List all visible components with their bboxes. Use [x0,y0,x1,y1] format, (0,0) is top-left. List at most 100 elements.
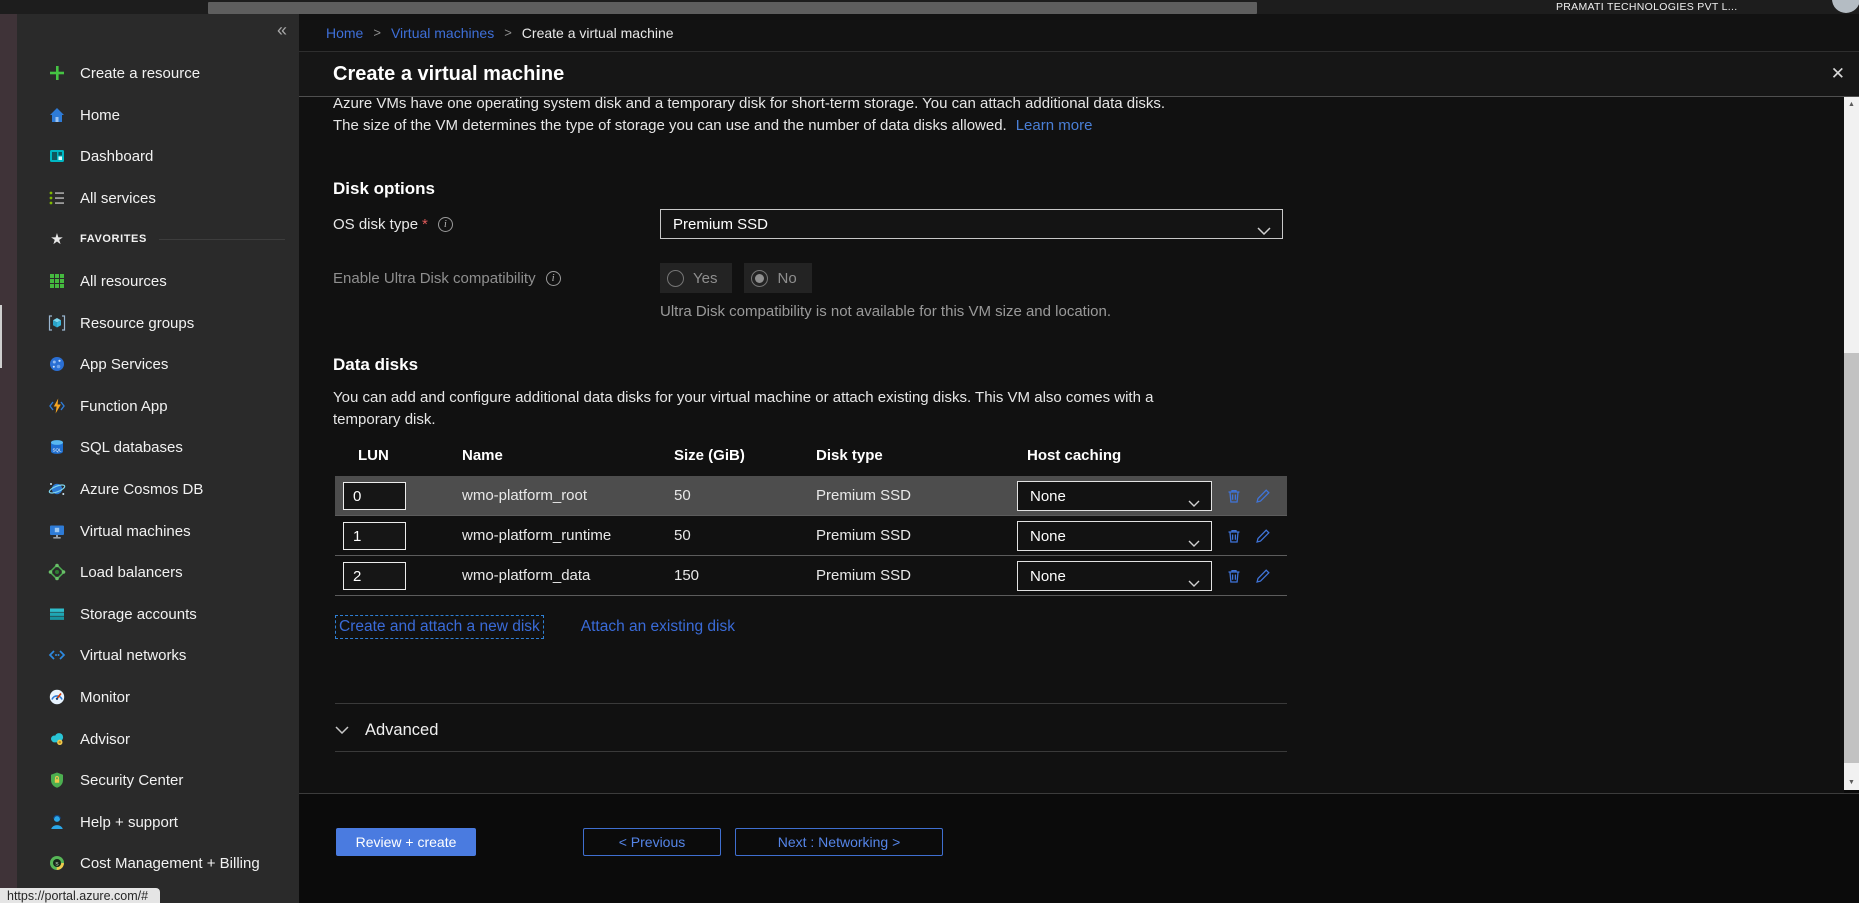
disk-type: Premium SSD [816,567,911,584]
dashboard-icon [47,147,67,165]
scrollbar-thumb[interactable] [1844,353,1859,763]
disk-action-links: Create and attach a new disk Attach an e… [335,615,735,639]
table-row: wmo-platform_runtime 50 Premium SSD None [335,516,1287,556]
sidebar-item-help-support[interactable]: Help + support [17,801,299,843]
breadcrumb-virtual-machines-link[interactable]: Virtual machines [391,25,494,41]
sidebar-item-load-balancers[interactable]: Load balancers [17,551,299,593]
previous-button[interactable]: < Previous [583,828,721,856]
help-support-icon [47,813,67,831]
sidebar-item-security-center[interactable]: Security Center [17,759,299,801]
os-disk-type-dropdown[interactable]: Premium SSD [660,209,1283,239]
sidebar-item-monitor[interactable]: Monitor [17,676,299,718]
sidebar-item-all-resources[interactable]: All resources [17,260,299,302]
sidebar-item-virtual-machines[interactable]: Virtual machines [17,510,299,552]
disk-size: 50 [674,527,691,544]
intro-line-1: Azure VMs have one operating system disk… [333,97,1165,115]
create-and-attach-new-disk-link[interactable]: Create and attach a new disk [335,615,544,639]
data-disks-table-header: LUN Name Size (GiB) Disk type Host cachi… [335,447,1287,471]
vertical-scrollbar[interactable]: ▲ ▼ [1844,97,1859,790]
disk-size: 50 [674,487,691,504]
chevron-down-icon [335,726,349,734]
edit-disk-icon[interactable] [1254,487,1274,505]
ultra-disk-yes-radio[interactable]: Yes [660,263,732,293]
divider [335,703,1287,704]
sidebar-item-virtual-networks[interactable]: Virtual networks [17,634,299,676]
disk-name: wmo-platform_root [462,487,587,504]
cost-management-icon: s [47,854,67,872]
delete-disk-icon[interactable] [1225,527,1245,545]
chevron-right-icon: > [504,25,512,40]
status-bar-url: https://portal.azure.com/# [0,888,160,903]
lun-input[interactable] [343,482,406,510]
lun-input[interactable] [343,522,406,550]
star-icon: ★ [47,230,67,248]
sidebar: « Create a resource Home Dashboard All s… [17,14,299,903]
delete-disk-icon[interactable] [1225,567,1245,585]
sidebar-item-resource-groups[interactable]: Resource groups [17,302,299,344]
column-header-host-caching: Host caching [1027,447,1121,464]
data-disks-heading: Data disks [333,355,418,375]
sidebar-item-all-services[interactable]: All services [17,177,299,219]
sidebar-item-create-a-resource[interactable]: Create a resource [17,52,299,94]
column-header-lun: LUN [358,447,389,464]
sidebar-item-sql-databases[interactable]: SQL SQL databases [17,426,299,468]
edit-disk-icon[interactable] [1254,567,1274,585]
next-networking-button[interactable]: Next : Networking > [735,828,943,856]
learn-more-link[interactable]: Learn more [1016,117,1093,134]
sidebar-item-cost-management-billing[interactable]: s Cost Management + Billing [17,842,299,884]
plus-icon [47,64,67,82]
advisor-icon [47,730,67,748]
ultra-disk-note: Ultra Disk compatibility is not availabl… [660,303,1111,320]
page-title: Create a virtual machine [333,63,564,86]
breadcrumb-home-link[interactable]: Home [326,25,363,41]
ultra-disk-radio-group: Yes No [660,263,812,293]
avatar[interactable] [1832,0,1859,13]
info-icon[interactable]: i [438,217,453,232]
scroll-up-icon[interactable]: ▲ [1844,97,1859,112]
disk-name: wmo-platform_runtime [462,527,611,544]
column-header-disk-type: Disk type [816,447,883,464]
sidebar-item-advisor[interactable]: Advisor [17,718,299,760]
sidebar-item-dashboard[interactable]: Dashboard [17,135,299,177]
azure-portal-window: PRAMATI TECHNOLOGIES PVT L... « Create a… [0,0,1859,903]
tenant-name[interactable]: PRAMATI TECHNOLOGIES PVT L... [1556,1,1737,13]
resource-groups-icon [47,314,67,332]
virtual-machines-icon [47,522,67,540]
chevron-down-icon [1188,494,1200,512]
disk-size: 150 [674,567,699,584]
function-app-icon [47,397,67,415]
review-create-button[interactable]: Review + create [336,828,476,856]
scroll-down-icon[interactable]: ▼ [1844,775,1859,790]
sidebar-item-app-services[interactable]: App Services [17,343,299,385]
sidebar-item-function-app[interactable]: Function App [17,385,299,427]
info-icon[interactable]: i [546,271,561,286]
sidebar-item-home[interactable]: Home [17,94,299,136]
host-caching-dropdown[interactable]: None [1017,561,1212,591]
attach-existing-disk-link[interactable]: Attach an existing disk [581,618,735,636]
chevron-down-icon [1188,534,1200,552]
close-icon[interactable]: ✕ [1831,64,1845,84]
storage-accounts-icon [47,605,67,623]
delete-disk-icon[interactable] [1225,487,1245,505]
lun-input[interactable] [343,562,406,590]
chevron-right-icon: > [373,25,381,40]
search-bar [208,2,1257,14]
collapse-sidebar-icon[interactable]: « [277,20,287,41]
breadcrumb: Home > Virtual machines > Create a virtu… [299,14,1859,52]
ultra-disk-no-radio[interactable]: No [744,263,811,293]
monitor-icon [47,688,67,706]
host-caching-dropdown[interactable]: None [1017,481,1212,511]
sidebar-item-azure-cosmos-db[interactable]: Azure Cosmos DB [17,468,299,510]
advanced-section-toggle[interactable]: Advanced [335,715,438,745]
wizard-footer: Review + create < Previous Next : Networ… [299,793,1859,903]
disk-type: Premium SSD [816,487,911,504]
sidebar-item-storage-accounts[interactable]: Storage accounts [17,593,299,635]
chevron-down-icon [1188,574,1200,592]
edit-disk-icon[interactable] [1254,527,1274,545]
top-chrome-bar: PRAMATI TECHNOLOGIES PVT L... [0,0,1859,14]
os-disk-type-row: OS disk type * i [333,209,453,239]
host-caching-dropdown[interactable]: None [1017,521,1212,551]
active-item-indicator [0,305,2,368]
load-balancers-icon [47,563,67,581]
security-center-icon [47,771,67,789]
